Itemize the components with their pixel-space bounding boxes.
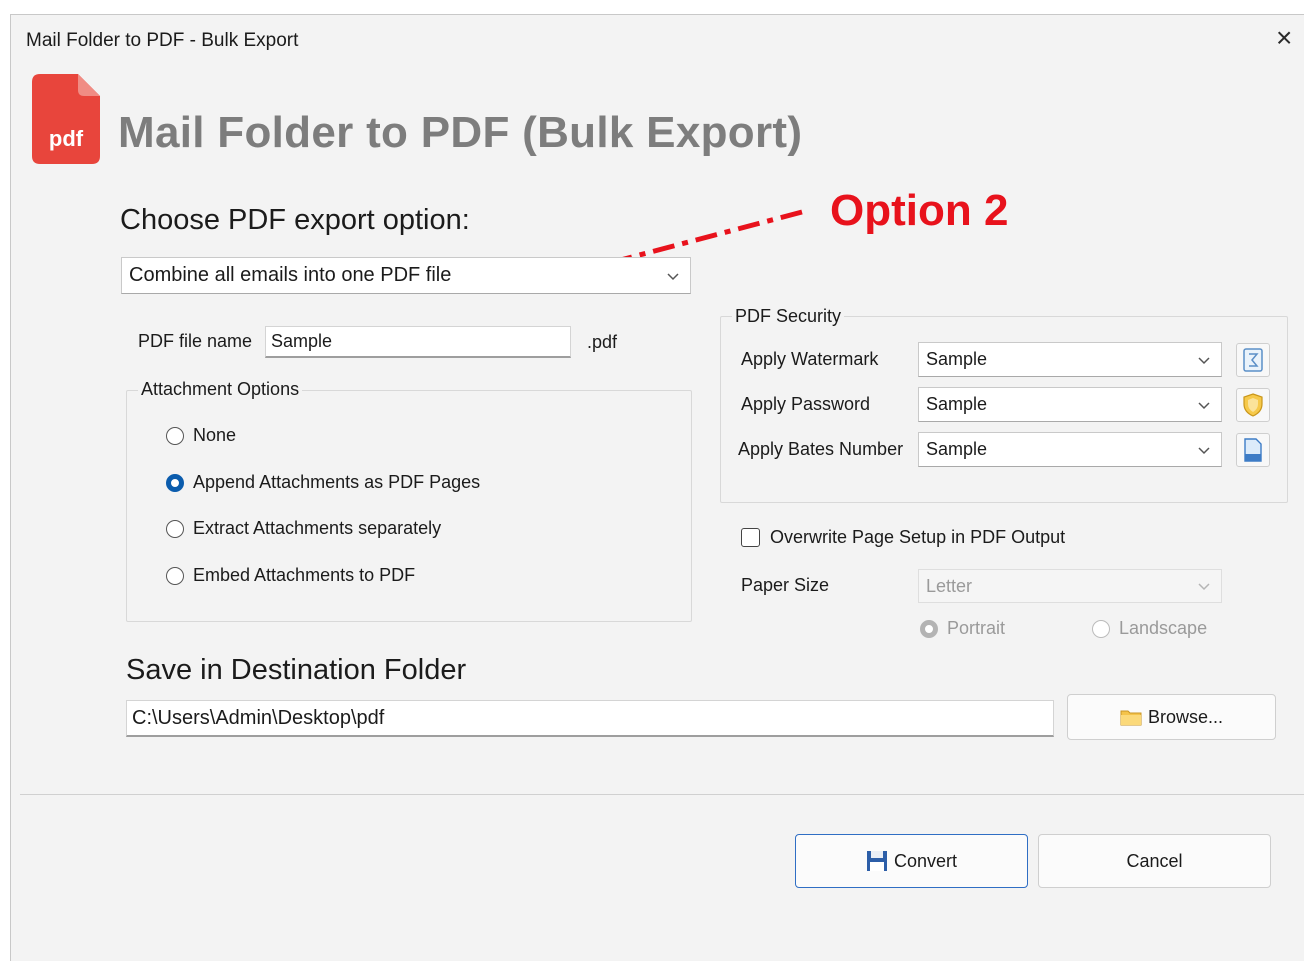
- pdf-security-legend: PDF Security: [732, 306, 845, 327]
- paper-size-label: Paper Size: [741, 575, 830, 595]
- watermark-dropdown[interactable]: Sample: [918, 342, 1222, 377]
- radio-button: [1092, 619, 1110, 638]
- convert-button[interactable]: Convert: [795, 834, 1028, 888]
- watermark-label: Apply Watermark: [741, 349, 879, 369]
- annotation-label: Option 2: [830, 186, 1009, 235]
- radio-embed-attachments[interactable]: Embed Attachments to PDF: [166, 565, 415, 586]
- radio-extract-attachments[interactable]: Extract Attachments separately: [166, 518, 441, 539]
- watermark-icon: [1243, 348, 1263, 372]
- radio-attachment-none[interactable]: None: [166, 425, 236, 446]
- attachment-options-legend: Attachment Options: [138, 379, 303, 400]
- destination-heading: Save in Destination Folder: [126, 654, 467, 686]
- radio-label: Extract Attachments separately: [193, 518, 442, 538]
- close-icon[interactable]: ×: [1276, 24, 1292, 52]
- radio-button: [920, 619, 938, 638]
- radio-label: Embed Attachments to PDF: [193, 565, 416, 585]
- radio-label: Append Attachments as PDF Pages: [193, 472, 481, 492]
- radio-button: [166, 426, 184, 445]
- file-extension-label: .pdf: [587, 332, 618, 352]
- pdf-logo-text: pdf: [49, 126, 84, 151]
- document-icon: [1244, 438, 1262, 462]
- chevron-down-icon: [667, 272, 679, 280]
- pdf-file-icon: pdf: [32, 74, 100, 164]
- password-dropdown[interactable]: Sample: [918, 387, 1222, 422]
- chevron-down-icon: [1198, 446, 1210, 454]
- checkbox: [741, 528, 760, 547]
- chevron-down-icon: [1198, 356, 1210, 364]
- file-name-value: Sample: [271, 331, 333, 351]
- save-icon: [866, 851, 887, 871]
- cancel-button[interactable]: Cancel: [1038, 834, 1271, 888]
- chevron-down-icon: [1198, 401, 1210, 409]
- radio-button: [166, 566, 184, 585]
- radio-button: [166, 473, 184, 492]
- radio-label: Landscape: [1119, 618, 1208, 638]
- chevron-down-icon: [1198, 583, 1210, 591]
- browse-button[interactable]: Browse...: [1067, 694, 1276, 740]
- convert-label: Convert: [893, 850, 958, 871]
- destination-path-value: C:\Users\Admin\Desktop\pdf: [132, 706, 385, 729]
- file-name-label: PDF file name: [138, 331, 253, 351]
- radio-label: Portrait: [947, 618, 1006, 638]
- watermark-settings-button[interactable]: [1236, 343, 1270, 377]
- paper-size-dropdown[interactable]: Letter: [918, 569, 1222, 603]
- radio-landscape[interactable]: Landscape: [1092, 618, 1207, 639]
- cancel-label: Cancel: [1126, 850, 1183, 871]
- paper-size-value: Letter: [926, 575, 973, 596]
- file-name-input[interactable]: Sample: [265, 326, 571, 358]
- bates-number-value: Sample: [926, 439, 988, 459]
- browse-label: Browse...: [1147, 706, 1224, 727]
- overwrite-page-setup-checkbox[interactable]: Overwrite Page Setup in PDF Output: [741, 527, 1065, 548]
- app-title: Mail Folder to PDF (Bulk Export): [118, 108, 803, 157]
- export-option-heading: Choose PDF export option:: [120, 204, 470, 236]
- folder-icon: [1120, 710, 1142, 726]
- password-settings-button[interactable]: [1236, 388, 1270, 422]
- shield-icon: [1243, 393, 1263, 417]
- radio-portrait[interactable]: Portrait: [920, 618, 1005, 639]
- overwrite-page-setup-label: Overwrite Page Setup in PDF Output: [770, 527, 1066, 547]
- export-option-dropdown[interactable]: Combine all emails into one PDF file: [121, 257, 691, 294]
- watermark-value: Sample: [926, 349, 988, 369]
- destination-path-input[interactable]: C:\Users\Admin\Desktop\pdf: [126, 700, 1054, 737]
- export-option-value: Combine all emails into one PDF file: [129, 264, 452, 286]
- radio-label: None: [193, 425, 237, 445]
- window-title: Mail Folder to PDF - Bulk Export: [26, 30, 299, 51]
- password-label: Apply Password: [741, 394, 871, 414]
- bates-number-label: Apply Bates Number: [738, 439, 904, 459]
- footer-separator: [20, 794, 1304, 795]
- password-value: Sample: [926, 394, 988, 414]
- bates-number-settings-button[interactable]: [1236, 433, 1270, 467]
- radio-append-attachments[interactable]: Append Attachments as PDF Pages: [166, 472, 480, 493]
- bates-number-dropdown[interactable]: Sample: [918, 432, 1222, 467]
- radio-button: [166, 519, 184, 538]
